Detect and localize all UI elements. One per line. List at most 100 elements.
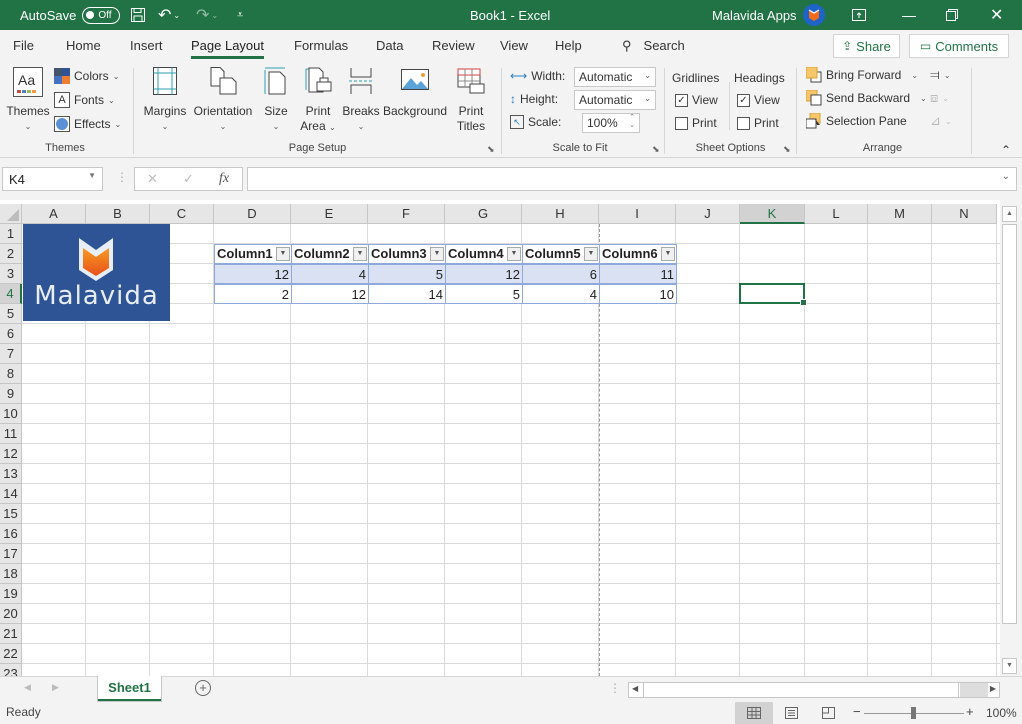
horizontal-scroll-thumb[interactable] (643, 683, 959, 697)
column-header-c[interactable]: C (150, 204, 214, 224)
print-titles-button[interactable]: Print Titles (454, 66, 488, 134)
account-avatar[interactable] (803, 0, 825, 30)
zoom-slider-thumb[interactable] (911, 707, 916, 719)
column-header-l[interactable]: L (805, 204, 868, 224)
height-select[interactable]: Automatic ⌄ (574, 90, 656, 110)
save-icon[interactable] (130, 0, 146, 30)
column-header-d[interactable]: D (214, 204, 291, 224)
print-area-button[interactable]: Print Area ⌄ (298, 66, 338, 135)
formula-input[interactable]: ⌄ (247, 167, 1017, 191)
zoom-in-icon[interactable]: + (966, 704, 974, 719)
table-header-cell[interactable]: Column3 ▼ (368, 244, 446, 264)
page-setup-launcher-icon[interactable]: ⬊ (487, 144, 495, 155)
breaks-button[interactable]: Breaks ⌄ (342, 66, 380, 134)
send-backward-button[interactable]: Send Backward ⌄ (806, 88, 927, 108)
zoom-out-icon[interactable]: − (853, 704, 861, 719)
scroll-up-icon[interactable]: ▲ (1002, 206, 1017, 222)
close-icon[interactable]: ✕ (990, 0, 1003, 30)
worksheet-grid[interactable]: ABCDEFGHIJKLMN 1 2 3 4 5 6 7 8 9 10 11 12 13 14 15 16 17… (0, 200, 1000, 676)
row-header-13[interactable]: 13 (0, 464, 22, 484)
name-box[interactable]: K4 ▼ (2, 167, 103, 191)
filter-dropdown-icon[interactable]: ▼ (507, 247, 521, 261)
row-header-5[interactable]: 5 (0, 304, 22, 324)
tab-home[interactable]: Home (66, 38, 101, 53)
row-header-8[interactable]: 8 (0, 364, 22, 384)
column-header-g[interactable]: G (445, 204, 522, 224)
effects-button[interactable]: Effects ⌄ (54, 114, 121, 134)
rotate-button[interactable]: ⊿ ⌄ (930, 111, 952, 131)
row-header-2[interactable]: 2 (0, 244, 22, 264)
filter-dropdown-icon[interactable]: ▼ (661, 247, 675, 261)
normal-view-button[interactable] (735, 702, 773, 724)
row-header-22[interactable]: 22 (0, 644, 22, 664)
split-handle-icon[interactable]: ⋮ (609, 681, 621, 695)
row-header-7[interactable]: 7 (0, 344, 22, 364)
filter-dropdown-icon[interactable]: ▼ (430, 247, 444, 261)
drag-handle-icon[interactable]: ⋮ (116, 170, 128, 184)
redo-icon[interactable]: ↷ ⌄ (196, 0, 218, 30)
headings-view-checkbox[interactable]: ✓ View (737, 90, 780, 110)
cancel-icon[interactable]: ✕ (147, 171, 158, 187)
malavida-logo-image[interactable]: Malavida (23, 224, 170, 321)
row-header-9[interactable]: 9 (0, 384, 22, 404)
row-header-12[interactable]: 12 (0, 444, 22, 464)
selection-pane-button[interactable]: Selection Pane (806, 111, 907, 131)
table-cell[interactable]: 5 (445, 284, 523, 304)
column-header-e[interactable]: E (291, 204, 368, 224)
tab-formulas[interactable]: Formulas (294, 38, 348, 53)
row-header-20[interactable]: 20 (0, 604, 22, 624)
row-header-3[interactable]: 3 (0, 264, 22, 284)
column-header-n[interactable]: N (932, 204, 997, 224)
vertical-scroll-thumb[interactable] (1002, 224, 1017, 624)
column-header-j[interactable]: J (676, 204, 740, 224)
row-header-11[interactable]: 11 (0, 424, 22, 444)
scale-spinner[interactable]: 100% ⌃ ⌄ (582, 113, 640, 133)
row-header-23[interactable]: 23 (0, 664, 22, 676)
margins-button[interactable]: Margins ⌄ (142, 66, 188, 134)
row-header-4[interactable]: 4 (0, 284, 22, 304)
table-header-cell[interactable]: Column5 ▼ (522, 244, 600, 264)
table-cell[interactable]: 12 (214, 264, 292, 284)
ribbon-display-icon[interactable] (852, 0, 866, 30)
restore-icon[interactable] (946, 0, 958, 30)
bring-forward-button[interactable]: Bring Forward ⌄ (806, 65, 918, 85)
collapse-ribbon-icon[interactable]: ⌃ (1001, 140, 1011, 160)
page-layout-view-button[interactable] (785, 707, 798, 722)
row-header-10[interactable]: 10 (0, 404, 22, 424)
column-header-b[interactable]: B (86, 204, 150, 224)
table-header-cell[interactable]: Column2 ▼ (291, 244, 369, 264)
prev-sheet-icon[interactable]: ◀ (24, 682, 31, 693)
row-header-18[interactable]: 18 (0, 564, 22, 584)
table-cell[interactable]: 12 (445, 264, 523, 284)
scroll-right-icon[interactable]: ▶ (990, 684, 996, 693)
table-cell[interactable]: 5 (368, 264, 446, 284)
themes-button[interactable]: Aa Themes ⌄ (6, 66, 50, 134)
expand-formula-bar-icon[interactable]: ⌄ (1002, 171, 1010, 182)
table-header-cell[interactable]: Column1 ▼ (214, 244, 292, 264)
table-cell[interactable]: 12 (291, 284, 369, 304)
row-header-21[interactable]: 21 (0, 624, 22, 644)
tab-help[interactable]: Help (555, 38, 582, 53)
tab-data[interactable]: Data (376, 38, 403, 53)
gridlines-print-checkbox[interactable]: Print (675, 113, 717, 133)
zoom-level[interactable]: 100% (986, 706, 1017, 720)
name-box-dropdown-icon[interactable]: ▼ (88, 171, 96, 180)
sheet-tab-sheet1[interactable]: Sheet1 (97, 676, 162, 702)
scale-to-fit-launcher-icon[interactable]: ⬊ (652, 144, 660, 155)
tab-view[interactable]: View (500, 38, 528, 53)
account-name[interactable]: Malavida Apps (712, 0, 797, 30)
colors-button[interactable]: Colors ⌄ (54, 66, 119, 86)
tab-insert[interactable]: Insert (130, 38, 163, 53)
enter-icon[interactable]: ✓ (183, 171, 194, 187)
row-header-16[interactable]: 16 (0, 524, 22, 544)
sheet-options-launcher-icon[interactable]: ⬊ (783, 144, 791, 155)
page-break-preview-button[interactable] (822, 707, 835, 722)
column-header-k[interactable]: K (740, 204, 805, 224)
row-header-14[interactable]: 14 (0, 484, 22, 504)
filter-dropdown-icon[interactable]: ▼ (584, 247, 598, 261)
column-header-i[interactable]: I (599, 204, 676, 224)
selected-cell-k4[interactable] (739, 283, 807, 306)
customize-qat-icon[interactable]: ⩡ (237, 0, 243, 30)
column-header-f[interactable]: F (368, 204, 445, 224)
column-header-h[interactable]: H (522, 204, 599, 224)
